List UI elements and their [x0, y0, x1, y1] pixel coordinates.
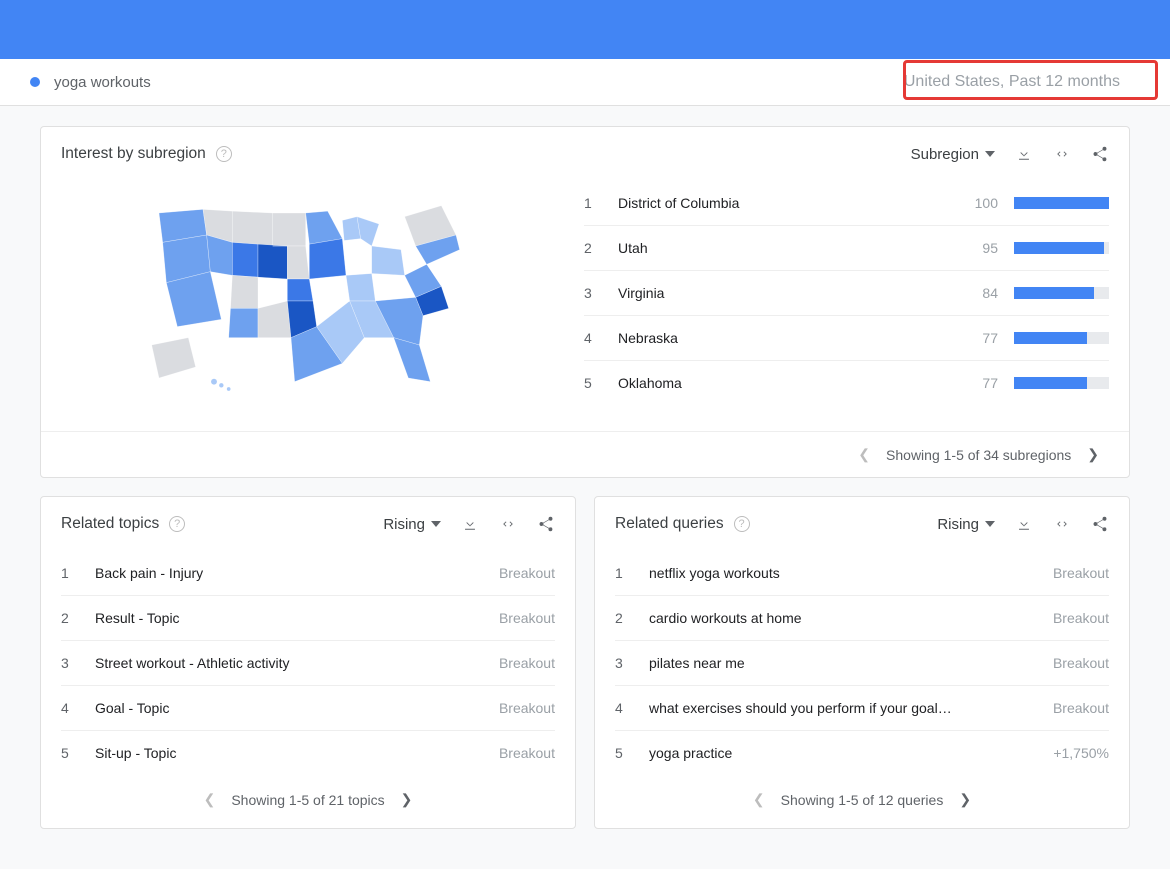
subregion-row[interactable]: 3 Virginia 84 [584, 271, 1109, 316]
region-value: 100 [962, 195, 998, 211]
help-icon[interactable]: ? [734, 516, 750, 532]
download-icon[interactable] [1015, 515, 1033, 533]
chevron-down-icon [431, 521, 441, 527]
subregion-list: 1 District of Columbia 100 2 Utah 95 3 V… [584, 181, 1109, 411]
query-row[interactable]: 1netflix yoga workoutsBreakout [615, 551, 1109, 596]
chevron-right-icon[interactable]: ❯ [1087, 446, 1099, 463]
topics-pager: ❮ Showing 1-5 of 21 topics ❯ [41, 775, 575, 828]
share-icon[interactable] [1091, 515, 1109, 533]
chevron-left-icon[interactable]: ❮ [858, 446, 870, 463]
chevron-right-icon[interactable]: ❯ [401, 791, 413, 808]
download-icon[interactable] [461, 515, 479, 533]
query-row[interactable]: 3pilates near meBreakout [615, 641, 1109, 686]
top-banner [0, 0, 1170, 59]
embed-icon[interactable] [1053, 145, 1071, 163]
card-title: Related topics [61, 515, 159, 533]
topic-row[interactable]: 4Goal - TopicBreakout [61, 686, 555, 731]
pager-text: Showing 1-5 of 21 topics [231, 792, 384, 808]
rising-dropdown[interactable]: Rising [383, 516, 441, 533]
search-term[interactable]: yoga workouts [54, 74, 151, 91]
bar-bg [1014, 197, 1109, 209]
subregion-row[interactable]: 1 District of Columbia 100 [584, 181, 1109, 226]
query-row[interactable]: 4what exercises should you perform if yo… [615, 686, 1109, 731]
embed-icon[interactable] [499, 515, 517, 533]
topic-row[interactable]: 5Sit-up - TopicBreakout [61, 731, 555, 775]
queries-pager: ❮ Showing 1-5 of 12 queries ❯ [595, 775, 1129, 828]
subregion-dropdown[interactable]: Subregion [911, 146, 995, 163]
download-icon[interactable] [1015, 145, 1033, 163]
rising-dropdown[interactable]: Rising [937, 516, 995, 533]
subregion-row[interactable]: 4 Nebraska 77 [584, 316, 1109, 361]
share-icon[interactable] [1091, 145, 1109, 163]
query-row[interactable]: 5yoga practice+1,750% [615, 731, 1109, 775]
topic-row[interactable]: 3Street workout - Athletic activityBreak… [61, 641, 555, 686]
chevron-down-icon [985, 521, 995, 527]
subregion-row[interactable]: 5 Oklahoma 77 [584, 361, 1109, 405]
rank: 1 [584, 195, 602, 211]
pager-text: Showing 1-5 of 12 queries [781, 792, 944, 808]
subregion-row[interactable]: 2 Utah 95 [584, 226, 1109, 271]
term-bar: yoga workouts United States, Past 12 mon… [0, 59, 1170, 106]
related-topics-card: Related topics ? Rising 1Back pain - Inj… [40, 496, 576, 829]
help-icon[interactable]: ? [169, 516, 185, 532]
card-title: Related queries [615, 515, 724, 533]
region-name: District of Columbia [618, 195, 946, 211]
chevron-down-icon [985, 151, 995, 157]
card-title: Interest by subregion [61, 145, 206, 163]
chevron-left-icon[interactable]: ❮ [753, 791, 765, 808]
share-icon[interactable] [537, 515, 555, 533]
help-icon[interactable]: ? [216, 146, 232, 162]
subregion-pager: ❮ Showing 1-5 of 34 subregions ❯ [41, 431, 1129, 477]
chevron-left-icon[interactable]: ❮ [204, 791, 216, 808]
bar-fill [1014, 197, 1109, 209]
query-row[interactable]: 2cardio workouts at homeBreakout [615, 596, 1109, 641]
us-map[interactable] [61, 181, 564, 411]
chevron-right-icon[interactable]: ❯ [959, 791, 971, 808]
topic-row[interactable]: 1Back pain - InjuryBreakout [61, 551, 555, 596]
dropdown-label: Subregion [911, 146, 979, 163]
topic-row[interactable]: 2Result - TopicBreakout [61, 596, 555, 641]
interest-card: Interest by subregion ? Subregion [40, 126, 1130, 478]
term-color-dot [30, 77, 40, 87]
related-queries-card: Related queries ? Rising 1netflix yoga w… [594, 496, 1130, 829]
pager-text: Showing 1-5 of 34 subregions [886, 447, 1071, 463]
filter-summary[interactable]: United States, Past 12 months [904, 73, 1120, 91]
embed-icon[interactable] [1053, 515, 1071, 533]
